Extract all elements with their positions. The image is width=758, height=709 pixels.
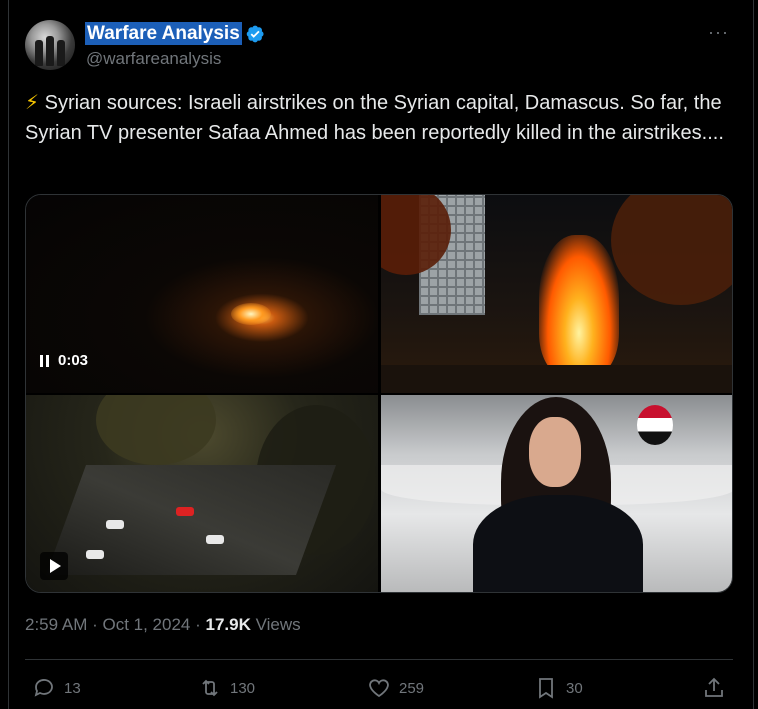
action-bar: 13 130 259 30 — [0, 676, 758, 702]
divider — [25, 659, 733, 660]
more-options-icon[interactable]: ··· — [708, 22, 729, 43]
tweet-text: ⚡ Syrian sources: Israeli airstrikes on … — [25, 88, 730, 148]
reply-button[interactable]: 13 — [32, 676, 81, 700]
media-video-night-fire[interactable]: 0:03 — [26, 195, 378, 393]
meta-separator: · — [190, 615, 206, 634]
verified-badge-icon — [246, 25, 264, 42]
media-photo-tv-presenter[interactable] — [381, 395, 732, 592]
repost-count: 130 — [230, 679, 256, 697]
meta-separator: · — [87, 615, 103, 634]
heart-icon — [369, 679, 389, 698]
tweet-time[interactable]: 2:59 AM — [25, 615, 87, 634]
repost-icon — [202, 679, 218, 697]
reply-count: 13 — [64, 679, 81, 697]
media-photo-burning-building[interactable] — [381, 195, 732, 393]
pause-icon[interactable] — [40, 354, 49, 367]
play-icon[interactable] — [40, 552, 68, 580]
repost-button[interactable]: 130 — [198, 676, 255, 700]
like-count: 259 — [399, 679, 425, 697]
share-button[interactable] — [702, 676, 726, 700]
video-time: 0:03 — [58, 352, 89, 369]
bookmark-count: 30 — [566, 679, 583, 697]
avatar[interactable] — [25, 20, 75, 70]
author-name[interactable]: Warfare Analysis — [85, 22, 242, 45]
lightning-emoji-icon: ⚡ — [25, 92, 40, 114]
share-icon — [705, 677, 723, 697]
author-handle[interactable]: @warfareanalysis — [86, 49, 221, 69]
video-timestamp: 0:03 — [40, 352, 88, 369]
views-count: 17.9K — [205, 615, 251, 634]
tweet-date[interactable]: Oct 1, 2024 — [102, 615, 190, 634]
tweet-body: Syrian sources: Israeli airstrikes on th… — [25, 92, 724, 144]
bookmark-button[interactable]: 30 — [534, 676, 583, 700]
views-label: Views — [255, 615, 301, 634]
author-name-row: Warfare Analysis — [85, 22, 265, 45]
media-grid: 0:03 — [25, 194, 733, 593]
bookmark-icon — [539, 678, 553, 699]
tweet-meta: 2:59 AM · Oct 1, 2024 · 17.9K Views — [25, 615, 301, 635]
media-video-street-aerial[interactable] — [26, 395, 378, 592]
syria-flag-icon — [637, 405, 673, 445]
reply-icon — [34, 679, 53, 697]
like-button[interactable]: 259 — [367, 676, 424, 700]
